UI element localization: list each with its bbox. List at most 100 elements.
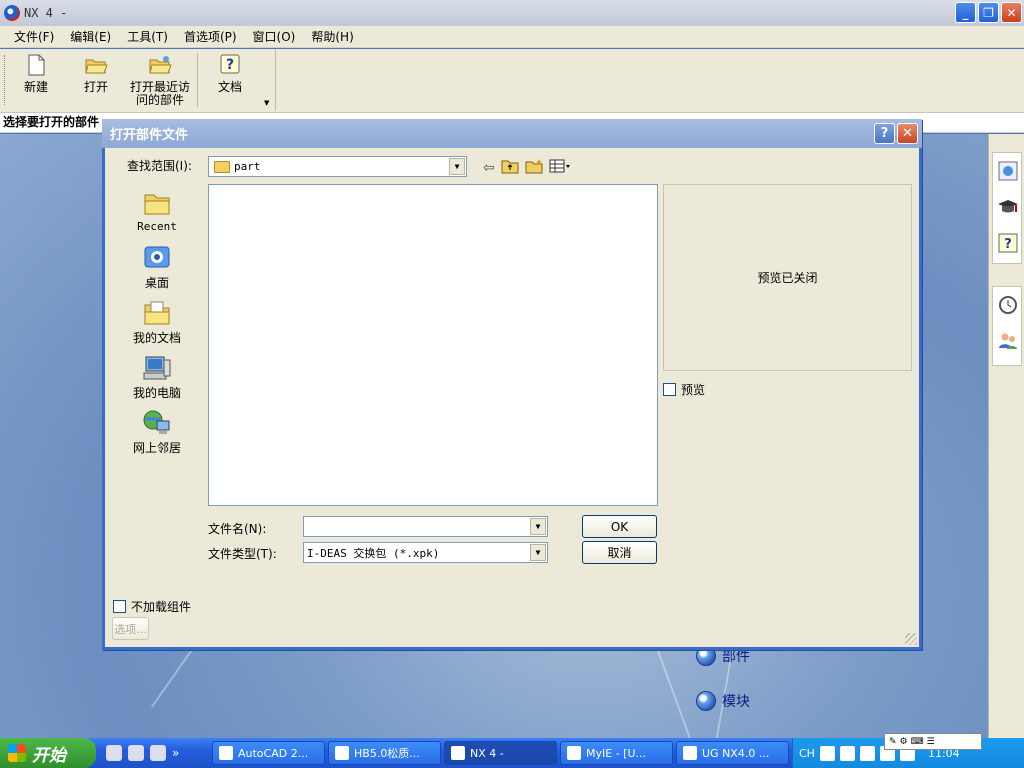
menu-edit[interactable]: 编辑(E) — [62, 28, 119, 45]
history-clock-icon[interactable] — [993, 287, 1023, 323]
place-my-documents[interactable]: 我的文档 — [125, 299, 189, 350]
filetype-select[interactable]: I-DEAS 交换包 (*.xpk) ▼ — [303, 542, 548, 563]
media-icon[interactable] — [150, 745, 166, 761]
close-button[interactable]: ✕ — [1001, 2, 1022, 23]
ie-icon[interactable] — [106, 745, 122, 761]
svg-text:?: ? — [1004, 237, 1012, 252]
filename-input[interactable]: ▼ — [303, 516, 548, 537]
ime-keyboard-icon[interactable]: ⌨ — [911, 737, 924, 747]
no-load-components-row[interactable]: 不加载组件 — [113, 598, 191, 615]
ime-menu-icon[interactable]: ☰ — [927, 737, 935, 747]
show-desktop-icon[interactable] — [128, 745, 144, 761]
folder-icon — [214, 160, 230, 173]
place-desktop-label: 桌面 — [144, 276, 169, 290]
options-button[interactable]: 选项... — [112, 617, 149, 640]
menu-tools[interactable]: 工具(T) — [119, 28, 176, 45]
task-label: AutoCAD 2... — [238, 746, 309, 760]
ok-button[interactable]: OK — [582, 515, 657, 538]
cancel-button[interactable]: 取消 — [582, 541, 657, 564]
preview-checkbox[interactable] — [663, 383, 676, 396]
task-nx4[interactable]: NX 4 - — [444, 741, 557, 765]
chevron-down-icon[interactable]: ▼ — [449, 158, 465, 175]
pdf-icon — [683, 746, 697, 760]
menu-help[interactable]: 帮助(H) — [303, 28, 361, 45]
help-question-icon: ? — [218, 53, 242, 77]
start-label: 开始 — [32, 745, 66, 766]
help-icon[interactable]: ? — [993, 225, 1023, 261]
task-myie[interactable]: MyIE - [U... — [560, 741, 673, 765]
minimize-button[interactable]: _ — [955, 2, 976, 23]
new-folder-icon[interactable] — [525, 158, 543, 178]
chevron-down-icon[interactable]: ▼ — [530, 544, 546, 561]
place-desktop[interactable]: 桌面 — [125, 244, 189, 295]
toolbar-separator — [197, 53, 198, 107]
taskbar: 开始 » AutoCAD 2... HB5.0松质... NX 4 - MyIE… — [0, 738, 1024, 768]
toolbar-grip[interactable] — [4, 55, 7, 105]
task-autocad[interactable]: AutoCAD 2... — [212, 741, 325, 765]
module-link[interactable]: 模块 — [696, 691, 750, 711]
web-browser-icon[interactable] — [993, 153, 1023, 189]
file-list[interactable] — [208, 184, 658, 506]
docs-label: 文档 — [217, 80, 242, 94]
input-method-icon[interactable] — [819, 745, 835, 761]
new-button[interactable]: 新建 — [16, 53, 56, 94]
open-folder-icon — [84, 53, 108, 77]
resize-grip[interactable] — [905, 633, 917, 645]
windows-logo-icon — [8, 744, 26, 762]
task-label: HB5.0松质... — [354, 747, 420, 760]
preview-text: 预览已关闭 — [757, 271, 818, 285]
document-icon — [335, 746, 349, 760]
standard-toolbar: 新建 打开 打开最近访 问的部件 ? 文档 ▼ — [0, 49, 1024, 113]
menu-bar: 文件(F) 编辑(E) 工具(T) 首选项(P) 窗口(O) 帮助(H) — [0, 26, 1024, 48]
task-label: NX 4 - — [470, 746, 504, 760]
help-icon[interactable] — [839, 745, 855, 761]
menu-preferences[interactable]: 首选项(P) — [176, 28, 245, 45]
module-link-label: 模块 — [722, 694, 750, 710]
place-my-computer[interactable]: 我的电脑 — [125, 354, 189, 405]
task-ugnx-pdf[interactable]: UG NX4.0 ... — [676, 741, 789, 765]
resource-bar: ? — [988, 134, 1024, 738]
dialog-titlebar[interactable]: 打开部件文件 ? ✕ — [102, 119, 922, 148]
dialog-nav-toolbar: ⇦ — [483, 158, 571, 178]
place-recent[interactable]: Recent — [125, 189, 189, 240]
language-bar[interactable]: ✎ ⚙ ⌨ ☰ — [884, 733, 982, 750]
training-cap-icon[interactable] — [993, 189, 1023, 225]
open-recent-button[interactable]: 打开最近访 问的部件 — [128, 53, 192, 107]
look-in-select[interactable]: part ▼ — [208, 156, 467, 177]
task-label: UG NX4.0 ... — [702, 746, 770, 760]
app-title: NX 4 - — [24, 6, 68, 20]
dialog-close-button[interactable]: ✕ — [897, 123, 918, 144]
place-network[interactable]: 网上邻居 — [125, 409, 189, 460]
up-folder-icon[interactable] — [501, 158, 519, 178]
roles-users-icon[interactable] — [993, 323, 1023, 359]
ime-toolbar-icon[interactable]: ✎ — [889, 737, 897, 747]
chevron-down-icon[interactable]: ▼ — [530, 518, 546, 535]
filename-label: 文件名(N): — [208, 522, 267, 536]
quick-launch-more[interactable]: » — [172, 746, 179, 760]
places-bar: Recent 桌面 我的文档 我的电脑 网上邻居 — [125, 185, 189, 460]
resource-group-bottom — [992, 286, 1022, 366]
language-indicator[interactable]: CH — [799, 747, 815, 760]
menu-file[interactable]: 文件(F) — [6, 28, 62, 45]
place-my-documents-label: 我的文档 — [132, 331, 181, 345]
ime-settings-icon[interactable]: ⚙ — [900, 737, 908, 747]
back-arrow-icon[interactable]: ⇦ — [483, 160, 495, 176]
recent-folder-icon — [148, 53, 172, 77]
nx-logo-icon — [4, 5, 20, 21]
documentation-button[interactable]: ? 文档 — [210, 53, 250, 94]
task-hb5[interactable]: HB5.0松质... — [328, 741, 441, 765]
network-icon[interactable] — [859, 745, 875, 761]
view-menu-icon[interactable] — [549, 159, 571, 177]
dialog-help-button[interactable]: ? — [874, 123, 895, 144]
open-button[interactable]: 打开 — [76, 53, 116, 94]
look-in-value: part — [234, 160, 261, 173]
restore-button[interactable]: ❐ — [978, 2, 999, 23]
no-load-components-checkbox[interactable] — [113, 600, 126, 613]
autocad-icon — [219, 746, 233, 760]
start-button[interactable]: 开始 — [0, 738, 96, 768]
toolbar-options-arrow-icon[interactable]: ▼ — [264, 99, 269, 107]
preview-checkbox-row[interactable]: 预览 — [663, 381, 705, 398]
task-label: MyIE - [U... — [586, 746, 646, 760]
menu-window[interactable]: 窗口(O) — [245, 28, 304, 45]
open-part-dialog: 打开部件文件 ? ✕ 查找范围(I): part ▼ ⇦ Recent 桌面 我… — [102, 119, 922, 650]
